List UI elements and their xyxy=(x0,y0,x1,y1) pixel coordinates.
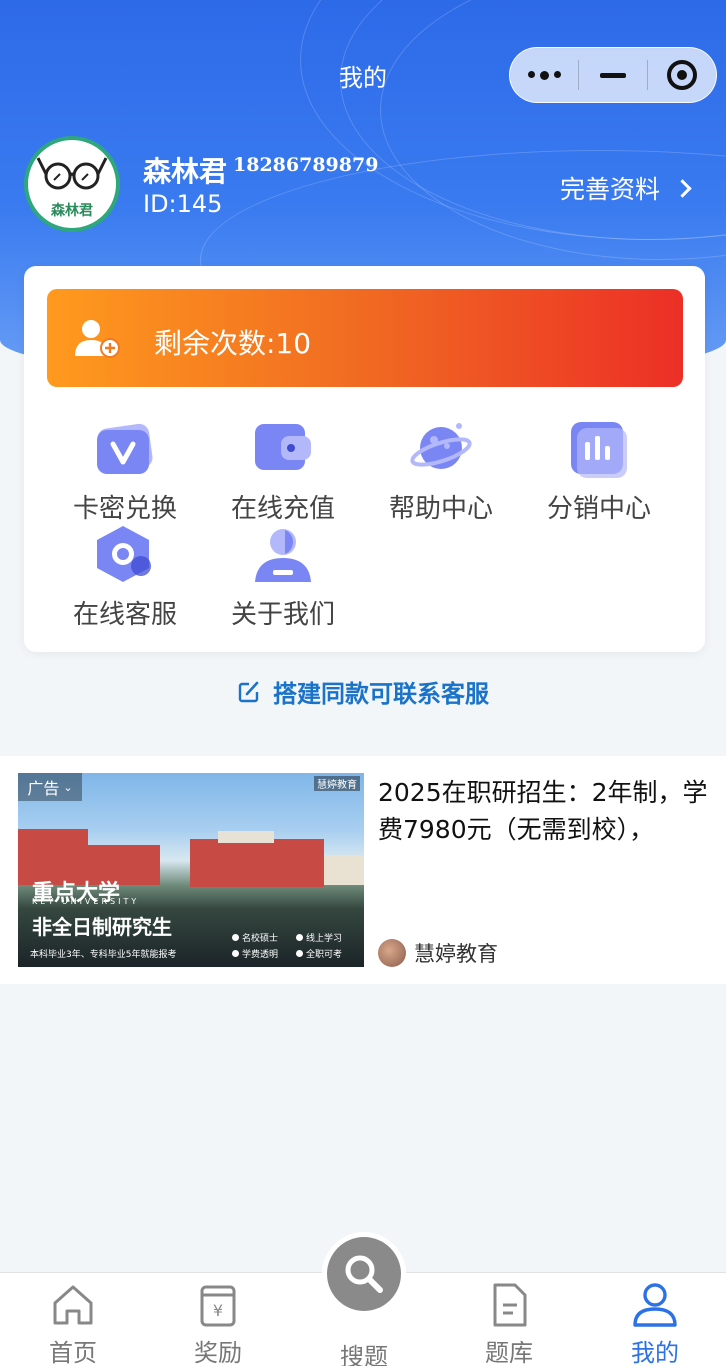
menu-item-label: 分销中心 xyxy=(546,494,651,524)
menu-item-label: 卡密兑换 xyxy=(72,494,177,524)
bar-chart-icon xyxy=(567,418,631,482)
minimize-button[interactable] xyxy=(579,47,647,103)
menu-item-help-center[interactable]: 帮助中心 xyxy=(361,418,521,525)
menu-item-label: 在线客服 xyxy=(72,600,177,630)
ad-source-name: 慧婷教育 xyxy=(414,942,498,966)
user-id: ID:145 xyxy=(143,190,223,218)
add-user-icon xyxy=(75,320,120,358)
menu-item-card-redeem[interactable]: 卡密兑换 xyxy=(45,418,205,525)
contact-support-link[interactable]: 搭建同款可联系客服 xyxy=(0,674,726,709)
ad-corner-mark: 慧婷教育 xyxy=(314,776,360,791)
home-icon xyxy=(53,1285,93,1325)
more-button[interactable] xyxy=(510,47,578,103)
remaining-quota-banner[interactable]: 剩余次数:10 xyxy=(47,289,683,387)
tab-label: 题库 xyxy=(485,1339,533,1366)
reward-icon: ¥ xyxy=(200,1285,236,1327)
ad-title[interactable]: 2025在职研招生：2年制，学费7980元（无需到校）， xyxy=(378,774,708,848)
wallet-icon xyxy=(251,418,315,482)
tab-search[interactable]: 搜题 xyxy=(314,1333,414,1366)
ad-tag-label: 广告 xyxy=(27,779,60,798)
avatar[interactable]: 森林君 xyxy=(24,136,120,232)
contact-support-text: 搭建同款可联系客服 xyxy=(273,680,489,708)
ad-feature: 线上学习 xyxy=(296,931,342,944)
ad-tag[interactable]: 广告 ⌄ xyxy=(18,773,82,801)
search-fab-button[interactable] xyxy=(322,1232,406,1316)
ad-building xyxy=(324,855,364,885)
person-icon xyxy=(251,524,315,588)
menu-item-online-support[interactable]: 在线客服 xyxy=(45,524,205,631)
complete-profile-link[interactable]: 完善资料 xyxy=(560,170,692,206)
menu-item-distribution-center[interactable]: 分销中心 xyxy=(519,418,679,525)
menu-item-recharge[interactable]: 在线充值 xyxy=(203,418,363,525)
customer-service-icon xyxy=(93,524,157,588)
tab-reward[interactable]: ¥ 奖励 xyxy=(168,1281,268,1366)
tab-label: 首页 xyxy=(49,1339,97,1366)
ad-feature: 名校硕士 xyxy=(232,931,278,944)
chevron-right-icon xyxy=(673,178,692,198)
user-icon xyxy=(633,1283,677,1327)
user-phone: 18286789879 xyxy=(233,154,379,176)
edit-icon xyxy=(238,681,259,702)
ad-building xyxy=(218,831,274,843)
service-card: 剩余次数:10 卡密兑换 在线充值 帮助中心 分销中心 在线客服 关于我们 xyxy=(24,266,705,652)
ad-building xyxy=(190,839,324,887)
planet-icon xyxy=(409,418,473,482)
svg-text:¥: ¥ xyxy=(213,1301,223,1320)
remaining-quota-text: 剩余次数:10 xyxy=(154,327,312,360)
tab-home[interactable]: 首页 xyxy=(23,1281,123,1366)
ad-feature: 全职可考 xyxy=(296,947,342,960)
ad-note: 本科毕业3年、专科毕业5年就能报考 xyxy=(30,950,177,960)
tab-label: 我的 xyxy=(631,1339,679,1366)
ad-university-en: KEY UNIVERSITY xyxy=(32,897,140,906)
ad-banner[interactable]: 广告 ⌄ 慧婷教育 重点大学 KEY UNIVERSITY 非全日制研究生 本科… xyxy=(0,756,726,984)
minus-icon xyxy=(600,72,626,78)
menu-item-label: 关于我们 xyxy=(230,600,335,630)
voucher-v-icon xyxy=(93,418,157,482)
menu-item-label: 帮助中心 xyxy=(388,494,493,524)
ad-program: 非全日制研究生 xyxy=(32,915,172,939)
complete-profile-label: 完善资料 xyxy=(560,175,661,204)
menu-item-label: 在线充值 xyxy=(230,494,335,524)
close-miniprogram-button[interactable] xyxy=(648,47,716,103)
mini-program-capsule xyxy=(509,47,717,103)
ad-source[interactable]: 慧婷教育 xyxy=(378,938,498,968)
document-icon xyxy=(493,1283,527,1327)
ad-source-avatar xyxy=(378,939,406,967)
more-dots-icon xyxy=(527,70,561,80)
ad-feature: 学费透明 xyxy=(232,947,278,960)
tab-label: 搜题 xyxy=(340,1343,388,1366)
target-icon xyxy=(667,60,697,90)
tab-mine[interactable]: 我的 xyxy=(605,1281,705,1366)
user-name: 森林君 xyxy=(143,155,228,188)
search-icon xyxy=(345,1255,383,1293)
ad-image[interactable]: 广告 ⌄ 慧婷教育 重点大学 KEY UNIVERSITY 非全日制研究生 本科… xyxy=(18,773,364,967)
chevron-down-icon: ⌄ xyxy=(63,780,73,794)
tab-question-bank[interactable]: 题库 xyxy=(459,1281,559,1366)
menu-item-about-us[interactable]: 关于我们 xyxy=(203,524,363,631)
tab-label: 奖励 xyxy=(194,1339,242,1366)
avatar-brand-text: 森林君 xyxy=(51,203,93,219)
